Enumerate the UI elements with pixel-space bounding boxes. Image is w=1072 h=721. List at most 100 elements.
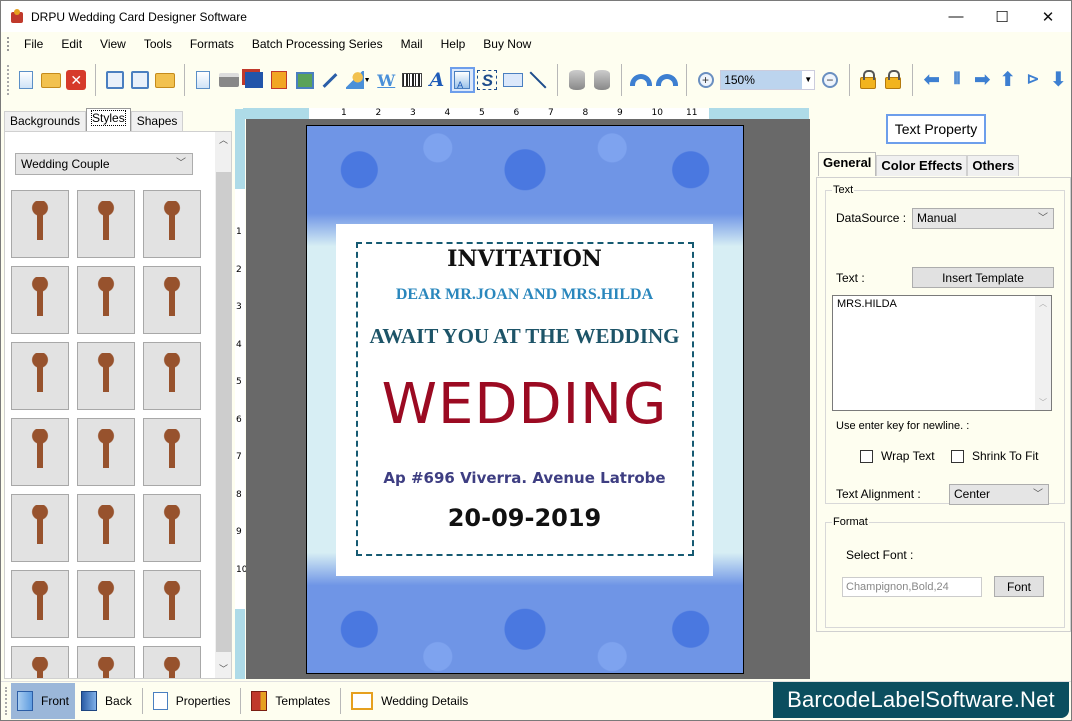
card-date-text[interactable]: 20-09-2019	[336, 504, 713, 532]
style-thumbnail[interactable]	[11, 342, 69, 410]
checkbox-box[interactable]	[860, 449, 873, 463]
open-button[interactable]	[40, 69, 61, 91]
style-thumbnail[interactable]	[11, 418, 69, 486]
mail-button[interactable]	[502, 69, 523, 91]
text-content-input[interactable]: MRS.HILDA ︿ ﹀	[832, 295, 1052, 411]
menu-mail[interactable]: Mail	[392, 37, 432, 51]
line-button[interactable]	[527, 69, 549, 91]
style-thumbnail[interactable]	[11, 266, 69, 334]
flip-vertical-button[interactable]: ⊳	[1022, 69, 1043, 91]
tab-backgrounds[interactable]: Backgrounds	[4, 111, 87, 131]
move-down-button[interactable]: ⬇	[1048, 69, 1069, 91]
card-invitation-text[interactable]: INVITATION	[336, 246, 713, 272]
menu-batch-processing[interactable]: Batch Processing Series	[243, 37, 392, 51]
move-left-button[interactable]: ⬅	[921, 69, 942, 91]
menu-file[interactable]: File	[15, 37, 52, 51]
style-thumbnail[interactable]	[143, 190, 201, 258]
checkbox-box[interactable]	[951, 449, 964, 463]
text-box-button[interactable]: A	[449, 67, 475, 93]
style-category-select[interactable]: Wedding Couple ﹀	[15, 153, 193, 175]
style-thumbnail[interactable]	[77, 646, 135, 678]
style-thumbnail[interactable]	[11, 190, 69, 258]
lock-button[interactable]	[858, 69, 879, 91]
style-thumbnail[interactable]	[143, 494, 201, 562]
card-await-text[interactable]: AWAIT YOU AT THE WEDDING	[336, 324, 713, 349]
print-button[interactable]	[218, 69, 239, 91]
scrollbar-thumb[interactable]	[216, 172, 231, 652]
style-thumbnail[interactable]	[77, 418, 135, 486]
style-thumbnail[interactable]	[143, 570, 201, 638]
export-button[interactable]	[154, 69, 176, 91]
style-thumbnail[interactable]	[11, 646, 69, 678]
shrink-to-fit-checkbox[interactable]: Shrink To Fit	[951, 449, 1038, 463]
maximize-button[interactable]: ☐	[979, 1, 1025, 32]
text-scrollbar[interactable]: ︿ ﹀	[1035, 296, 1051, 410]
templates-button[interactable]: Templates	[245, 683, 336, 719]
menu-formats[interactable]: Formats	[181, 37, 243, 51]
wedding-details-button[interactable]: Wedding Details	[345, 683, 474, 719]
style-thumbnail[interactable]	[143, 266, 201, 334]
style-thumbnail[interactable]	[77, 190, 135, 258]
wrap-text-checkbox[interactable]: Wrap Text	[860, 449, 935, 463]
undo-button[interactable]	[629, 69, 652, 91]
insert-template-button[interactable]: Insert Template	[912, 267, 1054, 288]
new-button[interactable]	[15, 69, 36, 91]
menu-help[interactable]: Help	[432, 37, 475, 51]
save-as-button[interactable]	[129, 69, 150, 91]
scroll-up-icon[interactable]: ︿	[215, 132, 231, 149]
back-button[interactable]: Back	[75, 683, 138, 719]
properties-tab-button[interactable]: Properties	[147, 683, 237, 719]
move-right-button[interactable]: ➡	[972, 69, 993, 91]
card-address-text[interactable]: Ap #696 Viverra. Avenue Latrobe	[336, 469, 713, 487]
style-thumbnail[interactable]	[77, 494, 135, 562]
style-thumbnail[interactable]	[143, 342, 201, 410]
database-import-button[interactable]	[566, 69, 587, 91]
insert-image-button[interactable]	[294, 69, 315, 91]
style-thumbnail[interactable]	[11, 494, 69, 562]
tab-styles[interactable]: Styles	[86, 108, 131, 131]
database-button[interactable]	[592, 69, 613, 91]
menu-view[interactable]: View	[91, 37, 135, 51]
scroll-up-icon[interactable]: ︿	[1035, 298, 1051, 309]
style-thumbnail[interactable]	[77, 342, 135, 410]
save-button[interactable]	[104, 69, 125, 91]
font-button[interactable]: Font	[994, 576, 1044, 597]
redo-button[interactable]	[655, 69, 678, 91]
pen-tool-button[interactable]	[319, 69, 340, 91]
style-thumbnail[interactable]	[143, 646, 201, 678]
layers-button[interactable]	[243, 69, 264, 91]
tab-general[interactable]: General	[818, 152, 877, 176]
text-alignment-select[interactable]: Center ﹀	[949, 484, 1049, 505]
styles-scrollbar[interactable]: ︿ ﹀	[215, 132, 231, 678]
menu-edit[interactable]: Edit	[52, 37, 91, 51]
text-button[interactable]: A	[426, 69, 447, 91]
style-thumbnail[interactable]	[11, 570, 69, 638]
datasource-select[interactable]: Manual ﹀	[912, 208, 1054, 229]
move-up-button[interactable]: ⬆	[997, 69, 1018, 91]
close-document-button[interactable]: ✕	[66, 69, 87, 91]
font-value-field[interactable]: Champignon,Bold,24	[842, 577, 982, 597]
wedding-card[interactable]: INVITATION DEAR MR.JOAN AND MRS.HILDA AW…	[306, 125, 744, 674]
zoom-out-button[interactable]: −	[819, 69, 840, 91]
flip-horizontal-button[interactable]: ⫴	[946, 69, 967, 91]
gift-button[interactable]	[269, 69, 290, 91]
close-button[interactable]: ✕	[1025, 1, 1071, 32]
signature-button[interactable]: S	[477, 69, 498, 91]
text-property-button[interactable]: Text Property	[886, 114, 986, 144]
scroll-down-icon[interactable]: ﹀	[215, 661, 231, 678]
properties-button[interactable]	[193, 69, 214, 91]
style-thumbnail[interactable]	[143, 418, 201, 486]
menu-buy-now[interactable]: Buy Now	[474, 37, 540, 51]
style-thumbnail[interactable]	[77, 570, 135, 638]
unlock-button[interactable]	[883, 69, 904, 91]
style-thumbnail[interactable]	[77, 266, 135, 334]
zoom-in-button[interactable]: +	[695, 69, 716, 91]
tab-color-effects[interactable]: Color Effects	[876, 155, 968, 176]
menu-tools[interactable]: Tools	[135, 37, 181, 51]
front-button[interactable]: Front	[11, 683, 76, 719]
minimize-button[interactable]: —	[933, 1, 979, 32]
card-wedding-text[interactable]: WEDDING	[336, 372, 713, 437]
tab-shapes[interactable]: Shapes	[130, 111, 184, 131]
card-dear-text[interactable]: DEAR MR.JOAN AND MRS.HILDA	[336, 286, 713, 304]
word-art-button[interactable]: W	[376, 69, 397, 91]
